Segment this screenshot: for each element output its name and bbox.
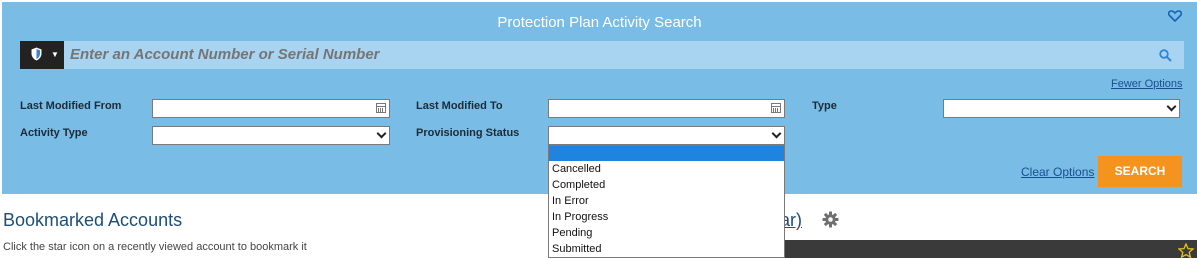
activity-type-label: Activity Type bbox=[20, 127, 88, 139]
dropdown-option-submitted[interactable]: Submitted bbox=[549, 241, 784, 257]
type-label: Type bbox=[812, 100, 837, 112]
page-title: Protection Plan Activity Search bbox=[497, 14, 702, 31]
dropdown-option-completed[interactable]: Completed bbox=[549, 177, 784, 193]
star-outline-icon[interactable] bbox=[1178, 243, 1194, 258]
recent-accounts-header-bar bbox=[784, 240, 1197, 258]
activity-type-select[interactable] bbox=[152, 126, 390, 145]
chevron-down-icon bbox=[376, 128, 387, 139]
provisioning-status-dropdown: Cancelled Completed In Error In Progress… bbox=[548, 145, 785, 258]
dropdown-option-cancelled[interactable]: Cancelled bbox=[549, 161, 784, 177]
heart-outline-icon[interactable] bbox=[1168, 10, 1182, 22]
chevron-down-icon bbox=[1166, 101, 1177, 112]
clear-options-link[interactable]: Clear Options bbox=[1021, 165, 1094, 179]
last-modified-from-label: Last Modified From bbox=[20, 100, 122, 112]
last-modified-to-label: Last Modified To bbox=[416, 100, 503, 112]
shield-icon bbox=[31, 47, 42, 61]
chevron-down-icon bbox=[771, 128, 782, 139]
bookmarked-accounts-title: Bookmarked Accounts bbox=[3, 210, 183, 230]
gear-icon[interactable] bbox=[822, 211, 839, 228]
dropdown-option-blank[interactable] bbox=[549, 146, 784, 161]
fewer-options-link[interactable]: Fewer Options bbox=[1111, 78, 1183, 90]
dropdown-option-in-progress[interactable]: In Progress bbox=[549, 209, 784, 225]
search-type-button[interactable]: ▼ bbox=[20, 41, 64, 69]
search-button[interactable]: SEARCH bbox=[1098, 156, 1182, 187]
magnifier-icon[interactable] bbox=[1159, 49, 1172, 62]
search-input[interactable] bbox=[70, 41, 1150, 69]
provisioning-status-label: Provisioning Status bbox=[416, 127, 520, 139]
bookmark-hint: Click the star icon on a recently viewed… bbox=[3, 241, 307, 253]
type-select[interactable] bbox=[943, 99, 1180, 118]
calendar-icon[interactable] bbox=[376, 103, 386, 113]
dropdown-option-in-error[interactable]: In Error bbox=[549, 193, 784, 209]
last-modified-from-field[interactable] bbox=[152, 99, 390, 118]
dropdown-option-pending[interactable]: Pending bbox=[549, 225, 784, 241]
search-bar: ▼ bbox=[20, 41, 1184, 69]
calendar-icon[interactable] bbox=[771, 103, 781, 113]
chevron-down-icon: ▼ bbox=[51, 50, 59, 59]
last-modified-to-field[interactable] bbox=[548, 99, 785, 118]
provisioning-status-select[interactable] bbox=[548, 126, 785, 145]
